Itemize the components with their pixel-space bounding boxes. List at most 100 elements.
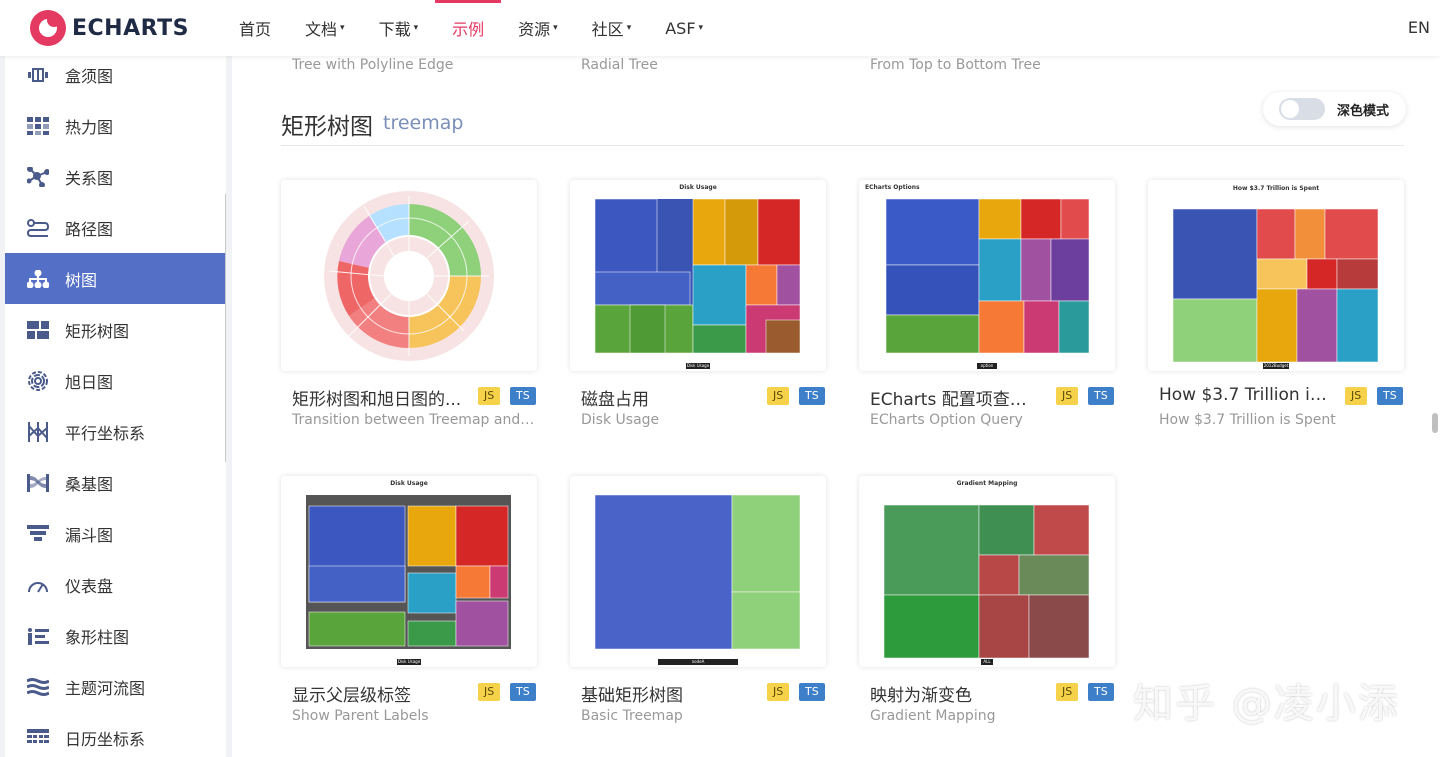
- example-thumbnail[interactable]: Disk Usage Disk Usage: [570, 180, 826, 371]
- card-title[interactable]: 矩形树图和旭日图的...: [292, 385, 462, 410]
- chevron-down-icon: ▾: [553, 23, 558, 33]
- sidebar-item-tree[interactable]: 树图: [5, 253, 226, 304]
- card-title[interactable]: How $3.7 Trillion is S...: [1159, 385, 1329, 405]
- example-card[interactable]: 矩形树图和旭日图的... JS TS Transition between Tr…: [281, 180, 537, 428]
- sidebar-item-boxplot[interactable]: 盒须图: [5, 56, 226, 100]
- card-subtitle: ECharts Option Query: [870, 412, 1023, 428]
- example-thumbnail[interactable]: Disk Usage Disk Usage: [281, 476, 537, 667]
- sidebar-item-lines[interactable]: 路径图: [5, 202, 226, 253]
- thumbnail-footer: nodeA: [691, 659, 705, 664]
- sidebar-item-pictorialbar[interactable]: 象形柱图: [5, 610, 226, 661]
- disk-usage-thumbnail: [594, 198, 801, 369]
- tree-icon: [27, 269, 49, 288]
- nav-item-label: 社区: [591, 20, 624, 39]
- sidebar-item-graph[interactable]: 关系图: [5, 151, 226, 202]
- example-card[interactable]: Gradient Mapping ALL 映射为渐变色 JS TS Gradie…: [859, 476, 1115, 724]
- sidebar-item-calendar[interactable]: 日历坐标系: [5, 712, 226, 757]
- ts-badge[interactable]: TS: [799, 387, 825, 405]
- js-badge[interactable]: JS: [767, 683, 790, 701]
- heatmap-icon: [27, 116, 49, 135]
- option-query-thumbnail: [885, 198, 1090, 369]
- example-thumbnail[interactable]: Gradient Mapping ALL: [859, 476, 1115, 667]
- sidebar-item-label: 主题河流图: [65, 678, 146, 698]
- page-scrollbar[interactable]: [1432, 413, 1438, 433]
- thumbnail-footer: Disk Usage: [397, 659, 421, 664]
- js-badge[interactable]: JS: [1056, 683, 1079, 701]
- sidebar-item-sankey[interactable]: 桑基图: [5, 457, 226, 508]
- js-badge[interactable]: JS: [1056, 387, 1079, 405]
- sidebar-item-label: 日历坐标系: [65, 729, 146, 749]
- example-card[interactable]: Disk Usage Disk Usage 磁盘占用 JS TS Disk Us…: [570, 180, 826, 428]
- sidebar-item-label: 路径图: [65, 219, 114, 239]
- card-title[interactable]: 显示父层级标签: [292, 681, 462, 706]
- section-subtitle: treemap: [383, 112, 464, 134]
- dark-mode-toggle[interactable]: 深色模式: [1263, 92, 1406, 126]
- sidebar-item-themeriver[interactable]: 主题河流图: [5, 661, 226, 712]
- thumbnail-title: Gradient Mapping: [956, 480, 1018, 487]
- example-thumbnail[interactable]: nodeA: [570, 476, 826, 667]
- gauge-icon: [27, 576, 49, 594]
- example-card[interactable]: ECharts Options option ECharts 配置项查询分...…: [859, 180, 1115, 428]
- card-subtitle: Disk Usage: [581, 412, 660, 428]
- ts-badge[interactable]: TS: [1088, 387, 1114, 405]
- sankey-icon: [27, 473, 49, 492]
- sunburst-thumbnail: [324, 191, 494, 361]
- example-card[interactable]: Disk Usage Disk Usage 显示父层级标签 JS TS Show…: [281, 476, 537, 724]
- card-title[interactable]: ECharts 配置项查询分...: [870, 385, 1040, 410]
- sunburst-icon: [27, 370, 49, 391]
- nav-item-label: 下载: [378, 20, 411, 39]
- ts-badge[interactable]: TS: [510, 683, 536, 701]
- chevron-down-icon: ▾: [340, 23, 345, 33]
- ts-badge[interactable]: TS: [1377, 387, 1403, 405]
- nav-item-community[interactable]: 社区 ▾: [575, 0, 649, 56]
- sidebar-item-treemap[interactable]: 矩形树图: [5, 304, 226, 355]
- nav-item-label: 文档: [305, 20, 338, 39]
- sidebar-item-sunburst[interactable]: 旭日图: [5, 355, 226, 406]
- nav-item-resources[interactable]: 资源 ▾: [501, 0, 575, 56]
- sidebar-item-funnel[interactable]: 漏斗图: [5, 508, 226, 559]
- nav-item-download[interactable]: 下载 ▾: [362, 0, 436, 56]
- sidebar-item-gauge[interactable]: 仪表盘: [5, 559, 226, 610]
- js-badge[interactable]: JS: [767, 387, 790, 405]
- example-thumbnail[interactable]: How $3.7 Trillion is Spent 2012Budget: [1148, 180, 1404, 371]
- sidebar: 盒须图 热力图 关系图 路径图 树图 矩形树图 旭日图 平行坐标系 桑基图 漏斗…: [5, 56, 226, 757]
- example-thumbnail[interactable]: [281, 180, 537, 371]
- nav-item-docs[interactable]: 文档 ▾: [288, 0, 362, 56]
- nav-item-asf[interactable]: ASF ▾: [648, 0, 720, 56]
- ts-badge[interactable]: TS: [1088, 683, 1114, 701]
- dark-mode-label: 深色模式: [1337, 103, 1390, 119]
- thumbnail-title: ECharts Options: [865, 184, 920, 191]
- sidebar-item-label: 矩形树图: [65, 321, 130, 341]
- sidebar-scrollbar[interactable]: [225, 193, 226, 463]
- js-badge[interactable]: JS: [1345, 387, 1368, 405]
- toggle-switch[interactable]: [1279, 98, 1325, 120]
- example-thumbnail[interactable]: ECharts Options option: [859, 180, 1115, 371]
- top-navbar: ECHARTS 首页 文档 ▾ 下载 ▾ 示例 资源 ▾ 社区 ▾ ASF ▾ EN: [0, 0, 1440, 56]
- gradient-mapping-thumbnail: [883, 504, 1090, 665]
- themeriver-icon: [27, 677, 49, 696]
- sidebar-item-heatmap[interactable]: 热力图: [5, 100, 226, 151]
- nav-item-home[interactable]: 首页: [222, 0, 288, 56]
- sidebar-item-label: 树图: [65, 270, 98, 290]
- prev-row-caption: From Top to Bottom Tree: [870, 57, 1041, 73]
- sidebar-item-label: 热力图: [65, 117, 114, 137]
- thumbnail-title: Disk Usage: [679, 184, 717, 191]
- graph-icon: [27, 166, 49, 187]
- example-card[interactable]: How $3.7 Trillion is Spent 2012Budget Ho…: [1148, 180, 1404, 428]
- language-switch[interactable]: EN: [1408, 18, 1430, 37]
- card-title[interactable]: 基础矩形树图: [581, 681, 751, 706]
- ts-badge[interactable]: TS: [799, 683, 825, 701]
- nav-item-examples[interactable]: 示例: [435, 0, 502, 56]
- nav-item-label: ASF: [665, 18, 696, 38]
- parallel-icon: [27, 421, 49, 442]
- sidebar-item-parallel[interactable]: 平行坐标系: [5, 406, 226, 457]
- pictorialbar-icon: [27, 627, 49, 645]
- example-card[interactable]: nodeA 基础矩形树图 JS TS Basic Treemap: [570, 476, 826, 724]
- echarts-logo[interactable]: ECHARTS: [30, 10, 189, 46]
- card-title[interactable]: 映射为渐变色: [870, 681, 1040, 706]
- ts-badge[interactable]: TS: [510, 387, 536, 405]
- js-badge[interactable]: JS: [478, 387, 501, 405]
- js-badge[interactable]: JS: [478, 683, 501, 701]
- calendar-icon: [27, 728, 49, 747]
- card-title[interactable]: 磁盘占用: [581, 385, 751, 410]
